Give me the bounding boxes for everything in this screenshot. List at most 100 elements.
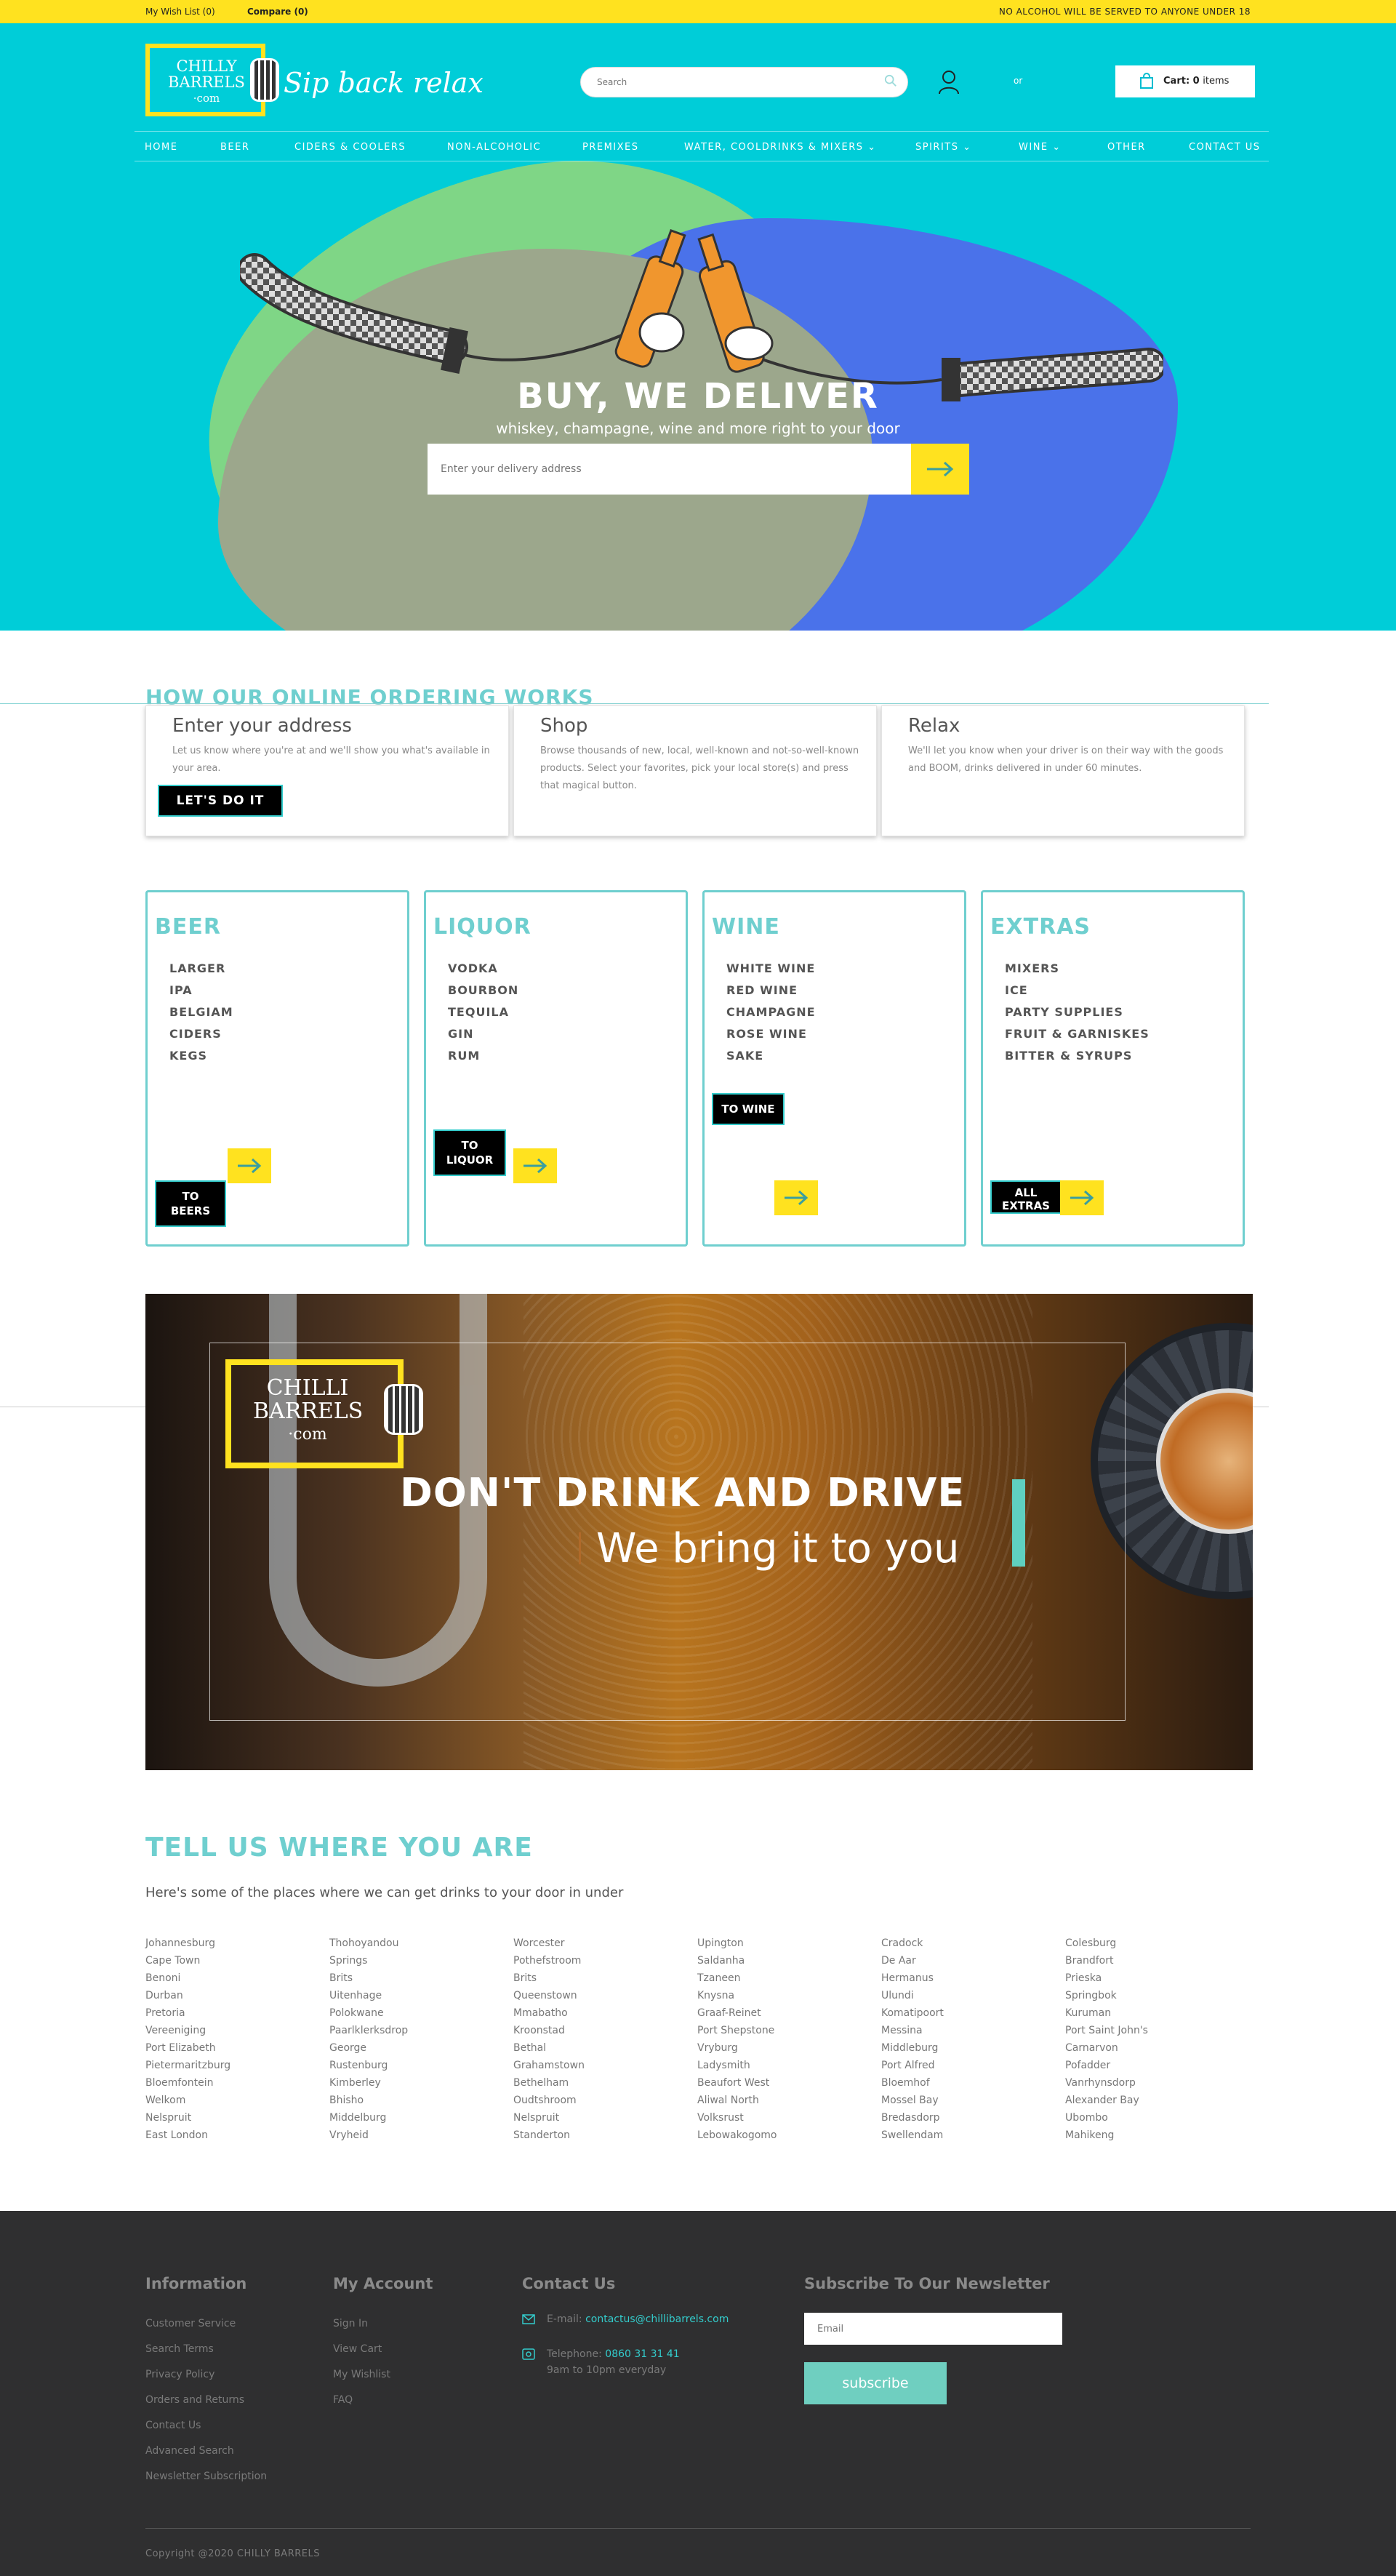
category-item[interactable]: TEQUILA (448, 1001, 518, 1023)
location-link[interactable]: Oudtshroom (513, 2092, 585, 2109)
location-link[interactable]: Carnarvon (1065, 2039, 1148, 2057)
location-link[interactable]: Mossel Bay (881, 2092, 944, 2109)
footer-link[interactable]: FAQ (333, 2388, 390, 2413)
location-link[interactable]: Paarlklerksdrop (329, 2022, 408, 2039)
location-link[interactable]: Pothefstroom (513, 1952, 585, 1969)
all-extras-button[interactable]: ALL EXTRAS (990, 1180, 1062, 1214)
location-link[interactable]: Bethelham (513, 2074, 585, 2092)
location-link[interactable]: Graaf-Reinet (697, 2004, 777, 2022)
location-link[interactable]: Springbok (1065, 1987, 1148, 2004)
category-arrow-button[interactable] (774, 1180, 818, 1215)
location-link[interactable]: Alexander Bay (1065, 2092, 1148, 2109)
search-input[interactable] (581, 68, 865, 97)
nav-other[interactable]: OTHER (1107, 142, 1146, 153)
nav-non-alcoholic[interactable]: NON-ALCOHOLIC (447, 142, 541, 153)
location-link[interactable]: Ladysmith (697, 2057, 777, 2074)
footer-link[interactable]: Customer Service (145, 2311, 267, 2337)
location-link[interactable]: Port Elizabeth (145, 2039, 230, 2057)
lets-do-it-button[interactable]: LET'S DO IT (158, 785, 283, 817)
location-link[interactable]: Ulundi (881, 1987, 944, 2004)
location-link[interactable]: Brandfort (1065, 1952, 1148, 1969)
location-link[interactable]: Lebowakogomo (697, 2127, 777, 2144)
location-link[interactable]: Pietermaritzburg (145, 2057, 230, 2074)
location-link[interactable]: Cradock (881, 1935, 944, 1952)
location-link[interactable]: Volksrust (697, 2109, 777, 2127)
to-wine-button[interactable]: TO WINE (712, 1093, 785, 1125)
nav-home[interactable]: HOME (145, 142, 177, 153)
wishlist-link[interactable]: My Wish List (0) (145, 7, 215, 17)
category-arrow-button[interactable] (1060, 1180, 1104, 1215)
compare-link[interactable]: Compare (0) (247, 7, 308, 17)
location-link[interactable]: Mmabatho (513, 2004, 585, 2022)
category-item[interactable]: CHAMPAGNE (726, 1001, 816, 1023)
location-link[interactable]: Springs (329, 1952, 408, 1969)
site-logo[interactable]: CHILLY BARRELS ·com (145, 44, 279, 116)
location-link[interactable]: Queenstown (513, 1987, 585, 2004)
location-link[interactable]: Middleburg (881, 2039, 944, 2057)
category-item[interactable]: ROSE WINE (726, 1023, 816, 1045)
location-link[interactable]: Nelspruit (145, 2109, 230, 2127)
location-link[interactable]: Prieska (1065, 1969, 1148, 1987)
location-link[interactable]: Swellendam (881, 2127, 944, 2144)
contact-phone-link[interactable]: 0860 31 31 41 (605, 2348, 679, 2360)
location-link[interactable]: Mahikeng (1065, 2127, 1148, 2144)
category-item[interactable]: BELGIAM (169, 1001, 233, 1023)
footer-link[interactable]: Orders and Returns (145, 2388, 267, 2413)
location-link[interactable]: Messina (881, 2022, 944, 2039)
to-beers-button[interactable]: TO BEERS (155, 1180, 226, 1227)
category-arrow-button[interactable] (228, 1148, 271, 1183)
location-link[interactable]: Upington (697, 1935, 777, 1952)
nav-wine[interactable]: WINE ⌄ (1019, 142, 1062, 153)
footer-link[interactable]: My Wishlist (333, 2362, 390, 2388)
category-item[interactable]: ICE (1005, 980, 1150, 1001)
location-link[interactable]: Pofadder (1065, 2057, 1148, 2074)
location-link[interactable]: Aliwal North (697, 2092, 777, 2109)
contact-email-link[interactable]: contactus@chillibarrels.com (585, 2313, 729, 2325)
location-link[interactable]: Benoni (145, 1969, 230, 1987)
location-link[interactable]: Rustenburg (329, 2057, 408, 2074)
category-item[interactable]: RUM (448, 1045, 518, 1067)
category-item[interactable]: MIXERS (1005, 958, 1150, 980)
location-link[interactable]: Polokwane (329, 2004, 408, 2022)
search-icon[interactable] (884, 74, 897, 87)
location-link[interactable]: Bredasdorp (881, 2109, 944, 2127)
nav-water-mixers[interactable]: WATER, COOLDRINKS & MIXERS ⌄ (684, 142, 877, 153)
location-link[interactable]: Hermanus (881, 1969, 944, 1987)
location-link[interactable]: Komatipoort (881, 2004, 944, 2022)
location-link[interactable]: Brits (513, 1969, 585, 1987)
location-link[interactable]: Vryburg (697, 2039, 777, 2057)
location-link[interactable]: Ubombo (1065, 2109, 1148, 2127)
footer-link[interactable]: View Cart (333, 2337, 390, 2362)
category-item[interactable]: CIDERS (169, 1023, 233, 1045)
location-link[interactable]: Cape Town (145, 1952, 230, 1969)
location-link[interactable]: Durban (145, 1987, 230, 2004)
nav-premixes[interactable]: PREMIXES (582, 142, 639, 153)
location-link[interactable]: Vryheid (329, 2127, 408, 2144)
category-item[interactable]: VODKA (448, 958, 518, 980)
category-item[interactable]: WHITE WINE (726, 958, 816, 980)
footer-link[interactable]: Advanced Search (145, 2439, 267, 2464)
category-item[interactable]: FRUIT & GARNISKES (1005, 1023, 1150, 1045)
footer-link[interactable]: Sign In (333, 2311, 390, 2337)
footer-link[interactable]: Privacy Policy (145, 2362, 267, 2388)
category-item[interactable]: KEGS (169, 1045, 233, 1067)
location-link[interactable]: Knysna (697, 1987, 777, 2004)
location-link[interactable]: Worcester (513, 1935, 585, 1952)
location-link[interactable]: Vereeniging (145, 2022, 230, 2039)
location-link[interactable]: Standerton (513, 2127, 585, 2144)
to-liquor-button[interactable]: TO LIQUOR (433, 1129, 506, 1176)
footer-link[interactable]: Newsletter Subscription (145, 2464, 267, 2489)
cart-button[interactable]: Cart: 0 items (1115, 65, 1255, 97)
nav-spirits[interactable]: SPIRITS ⌄ (915, 142, 972, 153)
delivery-address-input[interactable] (428, 444, 907, 495)
nav-ciders[interactable]: CIDERS & COOLERS (294, 142, 406, 153)
location-link[interactable]: Port Alfred (881, 2057, 944, 2074)
location-link[interactable]: Bethal (513, 2039, 585, 2057)
category-item[interactable]: GIN (448, 1023, 518, 1045)
location-link[interactable]: Tzaneen (697, 1969, 777, 1987)
location-link[interactable]: Port Saint John's (1065, 2022, 1148, 2039)
category-item[interactable]: LARGER (169, 958, 233, 980)
category-item[interactable]: BOURBON (448, 980, 518, 1001)
location-link[interactable]: Beaufort West (697, 2074, 777, 2092)
location-link[interactable]: Kroonstad (513, 2022, 585, 2039)
